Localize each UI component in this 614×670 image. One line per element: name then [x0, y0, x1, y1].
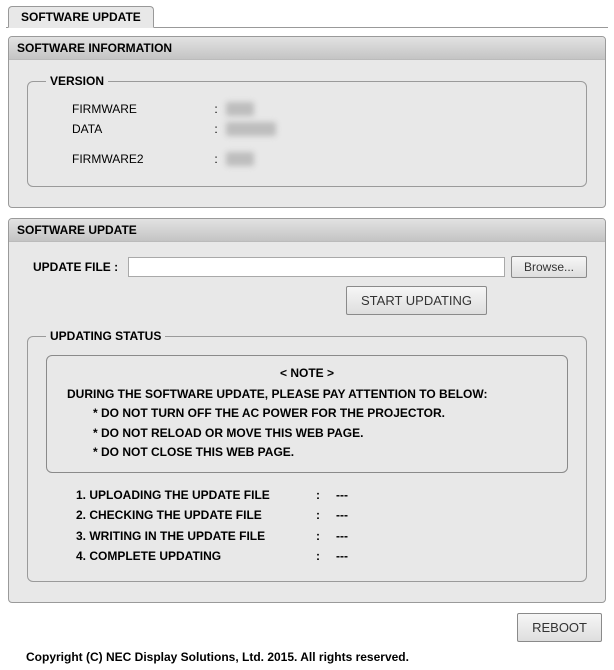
start-updating-button[interactable]: START UPDATING [346, 286, 487, 315]
note-line-2: * DO NOT RELOAD OR MOVE THIS WEB PAGE. [61, 424, 553, 443]
firmware2-row: FIRMWARE2 : xx [46, 152, 568, 166]
firmware-value: xx [226, 102, 254, 116]
status-step-3: 3. WRITING IN THE UPDATE FILE : --- [76, 526, 568, 546]
updating-status-legend: UPDATING STATUS [46, 329, 165, 343]
firmware2-label: FIRMWARE2 [46, 152, 206, 166]
tab-bar: SOFTWARE UPDATE [6, 6, 608, 28]
software-information-panel: SOFTWARE INFORMATION VERSION FIRMWARE : … [8, 36, 606, 208]
version-legend: VERSION [46, 74, 108, 88]
software-information-header: SOFTWARE INFORMATION [9, 37, 605, 60]
status-list: 1. UPLOADING THE UPDATE FILE : --- 2. CH… [46, 485, 568, 567]
note-heading: DURING THE SOFTWARE UPDATE, PLEASE PAY A… [61, 385, 553, 404]
note-title: < NOTE > [61, 364, 553, 383]
status-step-2-value: --- [336, 505, 348, 525]
browse-button[interactable]: Browse... [511, 256, 587, 278]
status-step-4-value: --- [336, 546, 348, 566]
firmware2-value: xx [226, 152, 254, 166]
status-step-1-value: --- [336, 485, 348, 505]
firmware-row: FIRMWARE : xx [46, 102, 568, 116]
update-file-row: UPDATE FILE : Browse... [27, 256, 587, 278]
status-step-2: 2. CHECKING THE UPDATE FILE : --- [76, 505, 568, 525]
data-row: DATA : xxxxx [46, 122, 568, 136]
firmware-label: FIRMWARE [46, 102, 206, 116]
status-step-3-value: --- [336, 526, 348, 546]
updating-status-fieldset: UPDATING STATUS < NOTE > DURING THE SOFT… [27, 329, 587, 582]
reboot-button[interactable]: REBOOT [517, 613, 602, 642]
update-file-input[interactable] [128, 257, 505, 277]
data-label: DATA [46, 122, 206, 136]
note-line-1: * DO NOT TURN OFF THE AC POWER FOR THE P… [61, 404, 553, 423]
tab-software-update[interactable]: SOFTWARE UPDATE [8, 6, 154, 28]
status-step-1: 1. UPLOADING THE UPDATE FILE : --- [76, 485, 568, 505]
data-value: xxxxx [226, 122, 276, 136]
update-file-label: UPDATE FILE : [33, 260, 118, 274]
copyright: Copyright (C) NEC Display Solutions, Ltd… [6, 648, 608, 664]
note-line-3: * DO NOT CLOSE THIS WEB PAGE. [61, 443, 553, 462]
software-update-header: SOFTWARE UPDATE [9, 219, 605, 242]
status-step-4: 4. COMPLETE UPDATING : --- [76, 546, 568, 566]
note-box: < NOTE > DURING THE SOFTWARE UPDATE, PLE… [46, 355, 568, 473]
version-fieldset: VERSION FIRMWARE : xx DATA : xxxxx FIRMW… [27, 74, 587, 187]
software-update-panel: SOFTWARE UPDATE UPDATE FILE : Browse... … [8, 218, 606, 603]
